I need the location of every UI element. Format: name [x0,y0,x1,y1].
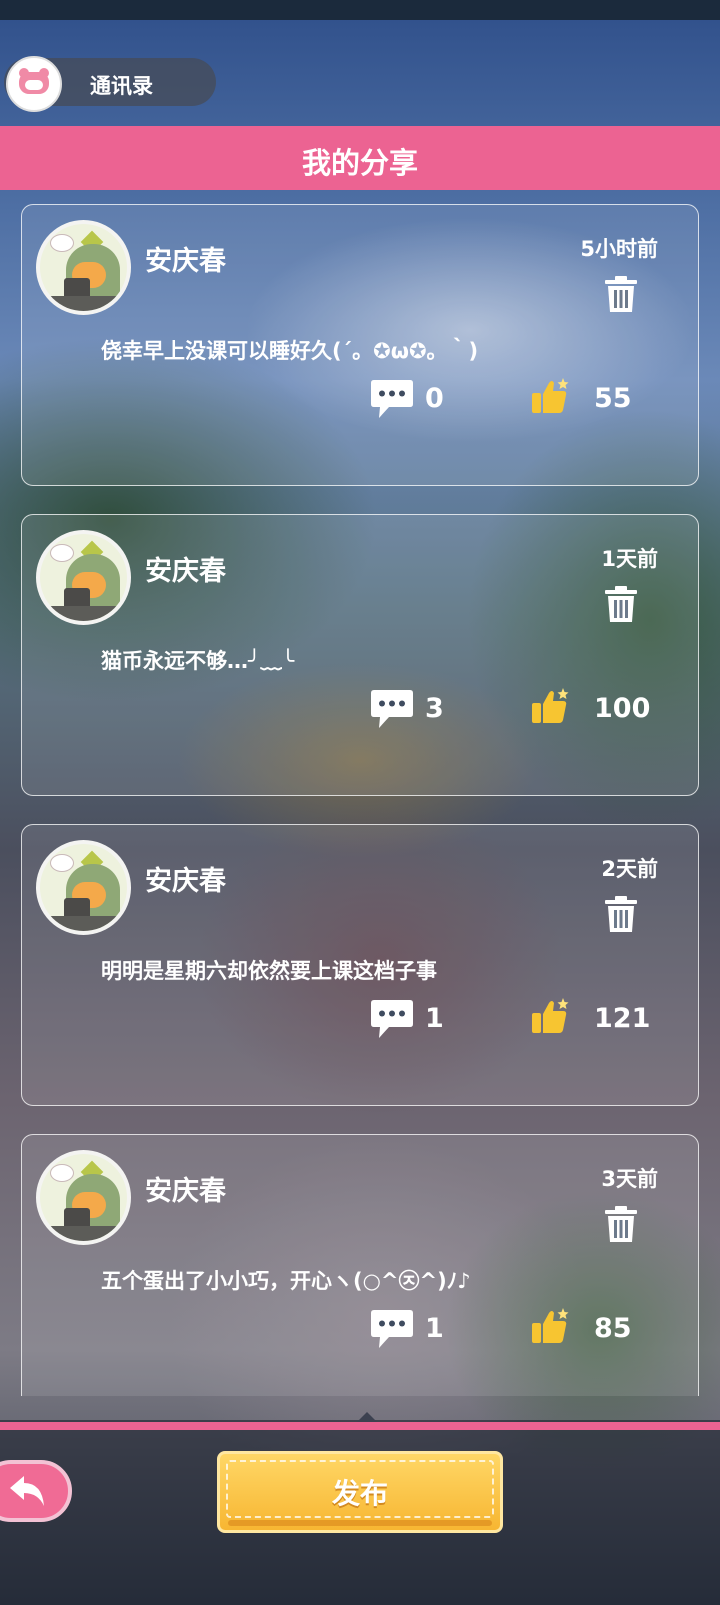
comment-count: 1 [425,1313,444,1344]
share-list[interactable]: 安庆春 5小时前 侥幸早上没课可以睡好久(´。✪ω✪。｀) 0 55 安庆春 1… [0,190,720,1396]
like-count: 55 [594,383,632,414]
delete-icon[interactable] [603,1205,639,1243]
like-count: 85 [594,1313,632,1344]
post-time: 5小时前 [580,237,658,261]
like-icon[interactable] [530,686,570,726]
user-avatar [36,1150,131,1245]
post-card: 安庆春 3天前 五个蛋出了小小巧，开心ヽ(○^㉨^)ﾉ♪ 1 85 [21,1134,699,1396]
post-card: 安庆春 5小时前 侥幸早上没课可以睡好久(´。✪ω✪。｀) 0 55 [21,204,699,486]
page-title: 我的分享 [301,146,418,180]
post-time: 3天前 [601,1167,658,1191]
post-author: 安庆春 [145,1176,226,1207]
user-avatar [36,220,131,315]
bottom-divider [0,1422,720,1430]
back-button[interactable] [0,1460,72,1522]
comment-count: 3 [425,693,444,724]
like-icon[interactable] [530,1306,570,1346]
like-icon[interactable] [530,376,570,416]
user-avatar [36,840,131,935]
post-message: 五个蛋出了小小巧，开心ヽ(○^㉨^)ﾉ♪ [101,1269,471,1293]
post-card: 安庆春 2天前 明明是星期六却依然要上课这档子事 1 121 [21,824,699,1106]
post-message: 明明是星期六却依然要上课这档子事 [101,959,437,983]
status-strip [0,0,720,20]
contacts-button[interactable]: 通讯录 [4,56,216,112]
publish-button[interactable]: 发布 [217,1451,503,1533]
back-arrow-icon [10,1476,44,1506]
like-count: 121 [594,1003,651,1034]
contacts-label: 通讯录 [90,74,153,98]
post-author: 安庆春 [145,866,226,897]
post-message: 侥幸早上没课可以睡好久(´。✪ω✪。｀) [101,339,479,363]
post-author: 安庆春 [145,246,226,277]
comment-icon[interactable] [369,998,415,1040]
comment-count: 1 [425,1003,444,1034]
comment-icon[interactable] [369,688,415,730]
like-count: 100 [594,693,651,724]
post-message: 猫币永远不够…╯﹏╰ [101,649,295,673]
post-author: 安庆春 [145,556,226,587]
comment-icon[interactable] [369,1308,415,1350]
like-icon[interactable] [530,996,570,1036]
delete-icon[interactable] [603,275,639,313]
comment-count: 0 [425,383,444,414]
user-avatar [36,530,131,625]
publish-label: 发布 [331,1477,388,1510]
contacts-avatar-icon [6,56,62,112]
delete-icon[interactable] [603,895,639,933]
title-bar: 我的分享 [0,126,720,190]
post-time: 1天前 [601,547,658,571]
post-time: 2天前 [601,857,658,881]
post-card: 安庆春 1天前 猫币永远不够…╯﹏╰ 3 100 [21,514,699,796]
comment-icon[interactable] [369,378,415,420]
delete-icon[interactable] [603,585,639,623]
